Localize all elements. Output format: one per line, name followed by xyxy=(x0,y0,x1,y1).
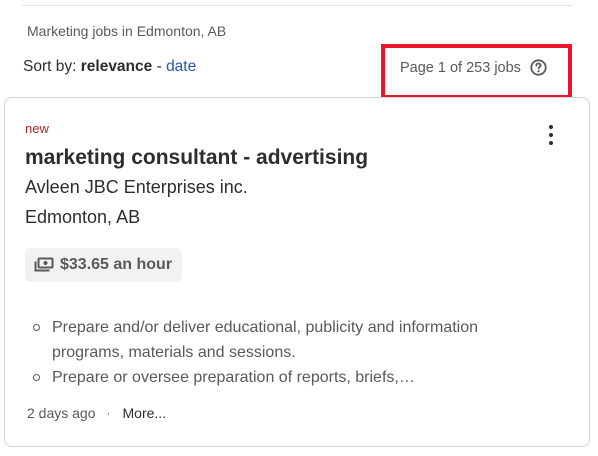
company-name: Avleen JBC Enterprises inc. xyxy=(25,177,248,197)
top-divider xyxy=(22,5,572,6)
salary-badge: $33.65 an hour xyxy=(25,248,183,282)
page-count: Page 1 of 253 jobs xyxy=(400,59,547,76)
more-vertical-icon[interactable] xyxy=(540,120,562,150)
job-card[interactable]: new marketing consultant - advertising A… xyxy=(4,97,590,447)
sort-separator: - xyxy=(156,58,162,75)
job-footer: 2 days ago · More... xyxy=(27,405,166,421)
question-circle-icon[interactable] xyxy=(530,59,547,76)
posted-date: 2 days ago xyxy=(27,405,96,421)
new-badge: new xyxy=(25,121,49,136)
search-context-text: Marketing jobs in Edmonton, AB xyxy=(27,23,227,39)
snippet-item: Prepare or oversee preparation of report… xyxy=(31,365,551,390)
page-count-text: Page 1 of 253 jobs xyxy=(400,59,521,76)
sort-option-date-link[interactable]: date xyxy=(166,58,196,75)
salary-text: $33.65 an hour xyxy=(60,256,173,273)
more-link[interactable]: More... xyxy=(123,405,167,421)
job-title[interactable]: marketing consultant - advertising xyxy=(25,146,368,170)
job-location: Edmonton, AB xyxy=(25,207,141,227)
sort-option-relevance: relevance xyxy=(80,58,153,75)
snippet-item: Prepare and/or deliver educational, publ… xyxy=(31,315,551,365)
footer-separator: · xyxy=(106,406,111,420)
job-snippet: Prepare and/or deliver educational, publ… xyxy=(31,315,551,390)
sort-label: Sort by: xyxy=(23,58,77,75)
sort-controls: Sort by: relevance - date xyxy=(23,58,196,76)
money-icon xyxy=(34,257,54,273)
